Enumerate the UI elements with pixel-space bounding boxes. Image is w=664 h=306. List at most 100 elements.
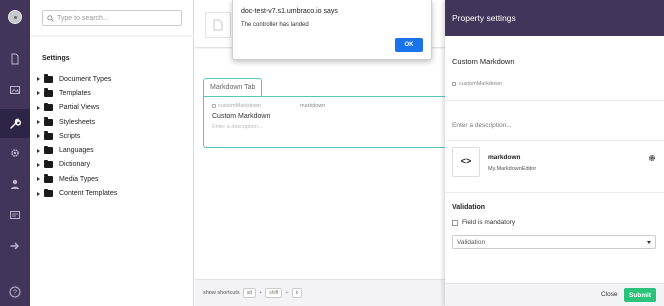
editor-alias: My.MarkdownEditor [488, 166, 537, 172]
settings-section-button[interactable] [0, 109, 30, 138]
alert-ok-button[interactable]: OK [395, 38, 423, 52]
media-icon [10, 86, 20, 94]
tree-item-label: Languages [59, 147, 94, 155]
tree-item-dictionary[interactable]: Dictionary [37, 158, 117, 172]
code-icon[interactable]: <> [452, 147, 480, 177]
content-icon [11, 53, 19, 65]
tree-item-partial-views[interactable]: Partial Views [37, 101, 117, 115]
lock-icon[interactable] [452, 82, 456, 86]
developer-gear-icon [11, 149, 19, 157]
tree-item-label: Stylesheets [59, 118, 96, 126]
shortcut-key: k [291, 288, 303, 298]
validation-select-value: Validation [457, 238, 486, 246]
show-shortcuts-link[interactable]: show shortcuts [203, 290, 240, 296]
divider [445, 192, 664, 193]
property-editor-label[interactable]: markdown [300, 103, 325, 109]
browser-alert-dialog: doc-test-v7.s1.umbraco.io says The contr… [232, 0, 432, 60]
expand-caret-icon[interactable] [37, 134, 40, 139]
document-icon [213, 19, 223, 31]
panel-footer: Close Submit [445, 283, 664, 306]
tree-item-stylesheets[interactable]: Stylesheets [37, 115, 117, 129]
forms-arrow-icon [10, 242, 19, 250]
shortcut-plus: + [285, 290, 289, 296]
tree-item-media-types[interactable]: Media Types [37, 172, 117, 186]
members-icon [10, 211, 20, 219]
tree-list: Document Types Templates Partial Views S… [37, 72, 117, 201]
search-icon [47, 14, 54, 22]
tree-divider [30, 35, 194, 37]
close-button[interactable]: Close [601, 291, 618, 298]
expand-caret-icon[interactable] [37, 91, 40, 96]
members-section-button[interactable] [0, 202, 30, 228]
folder-icon [44, 145, 53, 155]
folder-icon [44, 74, 53, 83]
folder-icon [44, 88, 53, 97]
folder-icon [44, 174, 53, 183]
expand-caret-icon[interactable] [37, 148, 40, 153]
tree-item-document-types[interactable]: Document Types [37, 72, 117, 86]
user-avatar[interactable] [8, 10, 22, 24]
editor-canvas: Markdown Tab customMarkdown Custom Markd… [195, 49, 453, 279]
divider [445, 140, 664, 141]
shortcut-key: shift [265, 288, 283, 298]
expand-caret-icon[interactable] [37, 191, 40, 196]
tree-item-label: Templates [59, 89, 91, 97]
tree-item-templates[interactable]: Templates [37, 86, 117, 100]
tree-item-languages[interactable]: Languages [37, 143, 117, 157]
settings-wrench-icon [10, 118, 21, 129]
expand-caret-icon[interactable] [37, 77, 40, 82]
tree-root-label: Settings [42, 55, 70, 62]
validation-select[interactable]: Validation [452, 235, 656, 249]
expand-caret-icon[interactable] [37, 120, 40, 125]
tree-search[interactable] [42, 10, 182, 26]
description-input[interactable] [452, 116, 652, 134]
tree-item-label: Scripts [59, 132, 81, 140]
property-name-field[interactable]: Custom Markdown [452, 57, 515, 66]
editor-settings-gear-icon[interactable] [648, 154, 656, 162]
users-icon [11, 179, 19, 189]
submit-button[interactable]: Submit [624, 288, 656, 302]
property-settings-panel: Property settings Custom Markdown custom… [445, 0, 664, 306]
tree-item-label: Dictionary [59, 161, 91, 169]
mandatory-label: Field is mandatory [462, 219, 516, 226]
property-name[interactable]: Custom Markdown [212, 113, 270, 120]
tree-item-label: Content Templates [59, 190, 118, 198]
property-description[interactable]: Enter a description... [212, 124, 262, 130]
chevron-down-icon [647, 241, 651, 244]
media-section-button[interactable] [0, 77, 30, 103]
mandatory-checkbox[interactable]: Field is mandatory [452, 219, 515, 226]
developer-section-button[interactable] [0, 140, 30, 166]
section-rail: ? [0, 0, 30, 306]
editor-name: markdown [488, 154, 521, 161]
folder-icon [44, 159, 53, 169]
content-section-button[interactable] [0, 46, 30, 72]
folder-icon [44, 188, 53, 198]
tree-item-scripts[interactable]: Scripts [37, 129, 117, 143]
doctype-icon-picker[interactable] [205, 12, 231, 38]
tab-markdown[interactable]: Markdown Tab [203, 78, 263, 96]
settings-tree-panel: Settings Document Types Templates Partia… [30, 0, 194, 306]
property-alias: customMarkdown [212, 103, 261, 109]
tree-item-content-templates[interactable]: Content Templates [37, 186, 117, 200]
property-alias-text: customMarkdown [459, 81, 503, 87]
validation-heading: Validation [452, 204, 486, 211]
shortcut-plus: + [258, 290, 263, 296]
tab-content-group: customMarkdown Custom Markdown Enter a d… [203, 96, 453, 148]
lock-icon [212, 104, 216, 108]
tree-item-label: Partial Views [59, 104, 100, 112]
tree-item-label: Document Types [59, 75, 112, 83]
folder-icon [44, 102, 53, 112]
folder-icon [44, 131, 53, 140]
expand-caret-icon[interactable] [37, 105, 40, 110]
expand-caret-icon[interactable] [37, 177, 40, 182]
alert-message: The controller has landed [241, 22, 309, 28]
expand-caret-icon[interactable] [37, 162, 40, 167]
checkbox[interactable] [452, 219, 458, 226]
forms-section-button[interactable] [0, 233, 30, 259]
property-alias-field[interactable]: customMarkdown [452, 81, 502, 87]
help-section-button[interactable]: ? [0, 279, 30, 305]
users-section-button[interactable] [0, 171, 30, 197]
folder-icon [44, 117, 53, 126]
search-input[interactable] [57, 14, 177, 22]
divider [445, 100, 664, 101]
